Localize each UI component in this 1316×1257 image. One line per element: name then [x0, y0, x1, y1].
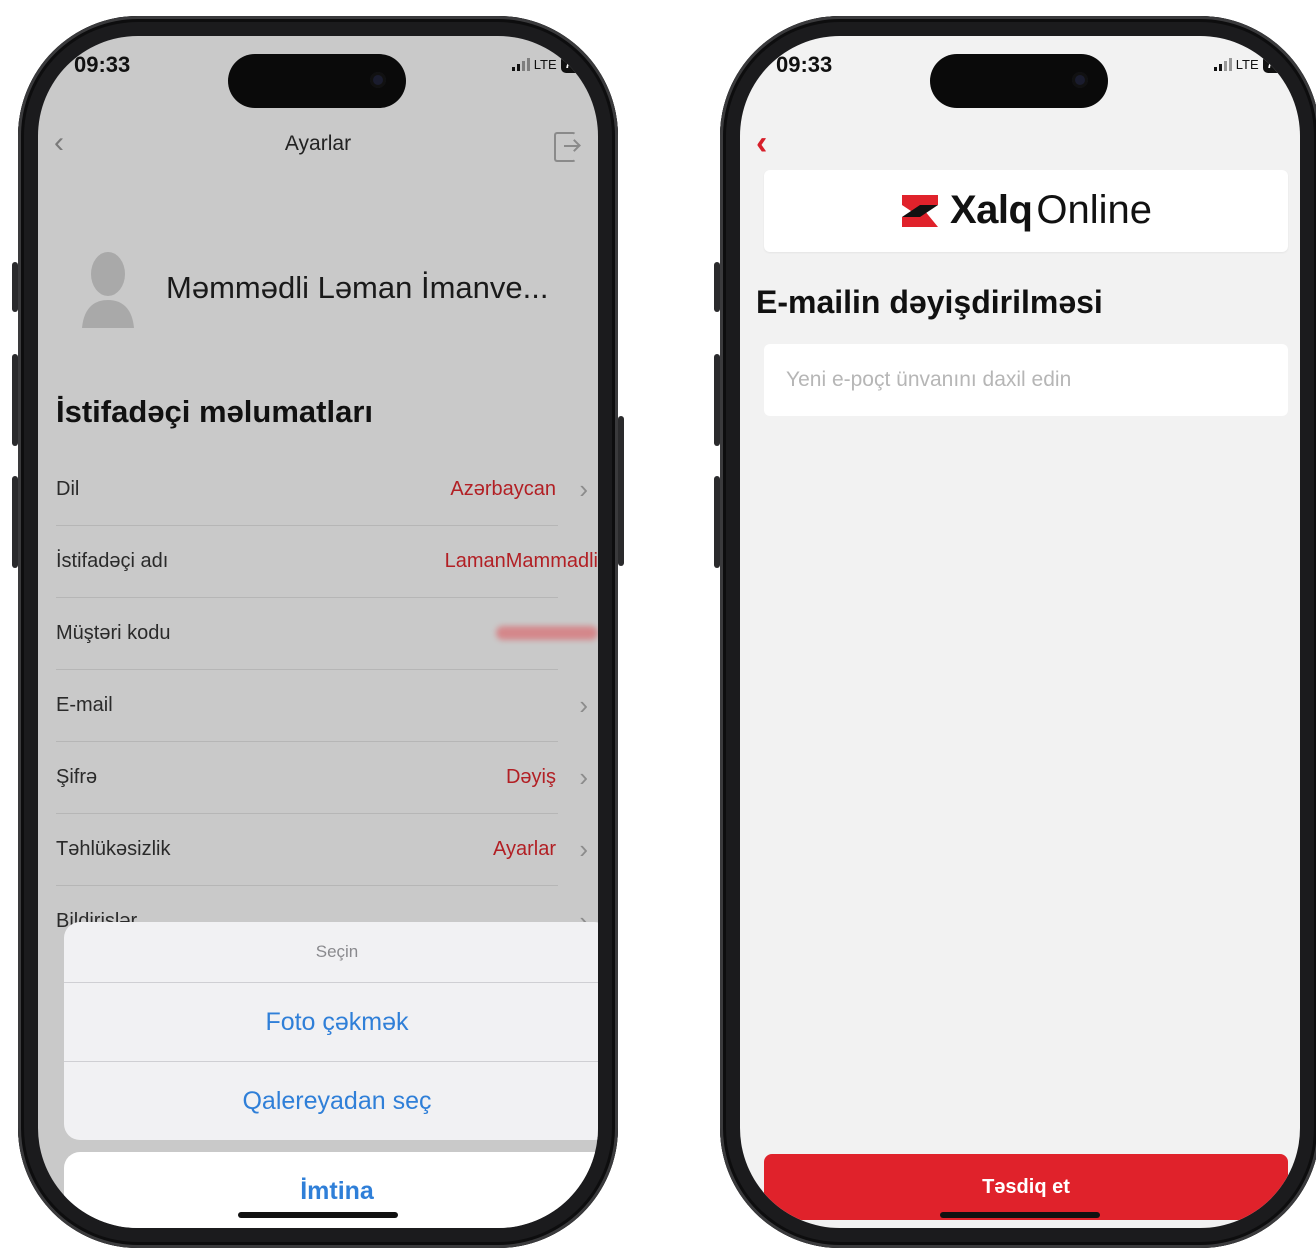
xalq-logo-icon	[901, 194, 938, 227]
settings-row-security[interactable]: Təhlükəsizlik Ayarlar ›	[56, 814, 588, 886]
row-value: Dəyiş	[505, 766, 556, 788]
settings-row-customer-code: Müştəri kodu	[56, 598, 598, 670]
action-sheet-title: Seçin	[64, 922, 598, 983]
power-button	[618, 416, 624, 566]
settings-row-password[interactable]: Şifrə Dəyiş ›	[56, 742, 588, 814]
settings-list: Dil Azərbaycan › İstifadəçi adı LamanMam…	[38, 454, 598, 957]
left-phone-frame: 09:33 LTE 78 ‹ Ayarlar Məmmədli Ləman İm…	[12, 16, 624, 1248]
settings-screen: 09:33 LTE 78 ‹ Ayarlar Məmmədli Ləman İm…	[38, 36, 598, 1228]
status-indicators: LTE 78	[1213, 54, 1284, 74]
page-heading: E-mailin dəyişdirilməsi	[756, 284, 1103, 320]
change-email-screen: 09:33 LTE 78 ‹ Xalq Online E-mailin dəyi…	[740, 36, 1300, 1228]
settings-row-username: İstifadəçi adı LamanMammadli	[56, 526, 598, 598]
row-label: Dil	[56, 478, 80, 500]
redacted-value	[496, 626, 598, 640]
chevron-right-icon: ›	[579, 834, 588, 864]
settings-row-email[interactable]: E-mail ›	[56, 670, 588, 742]
silent-switch	[714, 262, 720, 312]
network-label: LTE	[1235, 56, 1259, 72]
signal-icon	[511, 57, 530, 71]
section-title: İstifadəçi məlumatları	[56, 394, 374, 429]
row-label: Şifrə	[56, 766, 98, 788]
confirm-button[interactable]: Təsdiq et	[764, 1154, 1288, 1220]
right-phone-frame: 09:33 LTE 78 ‹ Xalq Online E-mailin dəyi…	[714, 16, 1316, 1248]
chevron-right-icon: ›	[579, 762, 588, 792]
brand-header: Xalq Online	[764, 170, 1288, 252]
action-sheet: Seçin Foto çəkmək Qalereyadan seç	[64, 922, 598, 1140]
avatar-placeholder-icon[interactable]	[78, 248, 138, 328]
signal-icon	[1213, 57, 1232, 71]
volume-up-button	[12, 354, 18, 446]
row-value: Azərbaycan	[450, 478, 556, 500]
network-label: LTE	[533, 56, 557, 72]
brand-name-light: Online	[1036, 188, 1153, 232]
home-indicator	[238, 1212, 398, 1218]
chevron-right-icon: ›	[579, 474, 588, 504]
row-value: LamanMammadli	[444, 550, 598, 572]
camera-icon	[370, 72, 386, 88]
volume-down-button	[12, 476, 18, 568]
status-time: 09:33	[74, 52, 131, 77]
chevron-right-icon: ›	[579, 690, 588, 720]
volume-up-button	[714, 354, 720, 446]
email-input[interactable]	[764, 344, 1288, 416]
battery-icon: 78	[560, 55, 582, 73]
row-label: E-mail	[56, 694, 113, 716]
volume-down-button	[714, 476, 720, 568]
camera-icon	[1072, 72, 1088, 88]
row-label: Müştəri kodu	[56, 622, 171, 644]
page-title: Ayarlar	[284, 132, 352, 155]
silent-switch	[12, 262, 18, 312]
status-time: 09:33	[776, 52, 833, 77]
back-chevron-icon[interactable]: ‹	[756, 126, 767, 160]
row-value: Ayarlar	[493, 838, 556, 860]
row-label: Təhlükəsizlik	[56, 838, 171, 860]
brand-logo: Xalq Online	[764, 188, 1288, 233]
profile-name: Məmmədli Ləman İmanve...	[166, 270, 549, 305]
status-indicators: LTE 78	[511, 54, 582, 74]
logout-icon[interactable]	[554, 132, 578, 162]
row-label: İstifadəçi adı	[56, 550, 169, 572]
dynamic-island	[930, 54, 1108, 108]
choose-from-gallery-option[interactable]: Qalereyadan seç	[64, 1062, 598, 1140]
battery-icon: 78	[1262, 55, 1284, 73]
brand-name-bold: Xalq	[949, 188, 1033, 232]
dynamic-island	[228, 54, 406, 108]
take-photo-option[interactable]: Foto çəkmək	[64, 983, 598, 1062]
settings-row-language[interactable]: Dil Azərbaycan ›	[56, 454, 588, 526]
home-indicator	[940, 1212, 1100, 1218]
